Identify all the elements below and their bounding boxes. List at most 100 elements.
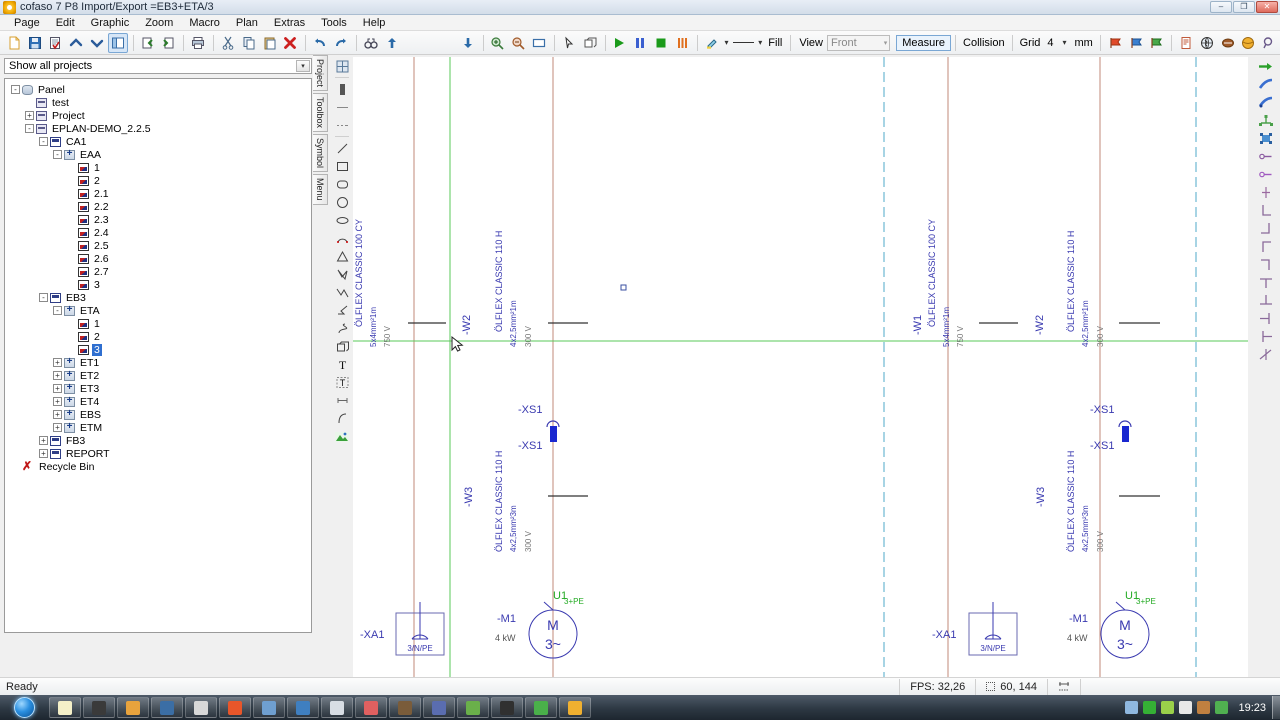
collapse-icon[interactable]: - xyxy=(53,150,62,159)
tee-up-tool[interactable] xyxy=(1255,291,1277,309)
show-desktop-button[interactable] xyxy=(1272,696,1280,719)
tree-item-1[interactable]: 1 xyxy=(11,317,311,330)
cut-button[interactable] xyxy=(218,33,238,53)
tree-item-et1[interactable]: + ET1 xyxy=(11,356,311,369)
collapse-icon[interactable]: - xyxy=(11,85,20,94)
menu-item-macro[interactable]: Macro xyxy=(181,17,228,29)
tree-item-2-7[interactable]: 2.7 xyxy=(11,265,311,278)
expand-icon[interactable]: + xyxy=(53,384,62,393)
tjoint-tool[interactable] xyxy=(1255,183,1277,201)
zoom-out-button[interactable] xyxy=(508,33,528,53)
taskbar-item-3[interactable] xyxy=(117,697,149,718)
fill-tool[interactable] xyxy=(333,80,351,98)
page-down-button[interactable] xyxy=(87,33,107,53)
tree-item-recycle-bin[interactable]: ✗ Recycle Bin xyxy=(11,460,311,473)
tray-update-icon[interactable] xyxy=(1215,701,1229,714)
tree-item-2-5[interactable]: 2.5 xyxy=(11,239,311,252)
search-button[interactable] xyxy=(1259,33,1279,53)
find-button[interactable] xyxy=(361,33,381,53)
ellipse-tool[interactable] xyxy=(333,211,351,229)
tree-item-2-6[interactable]: 2.6 xyxy=(11,252,311,265)
tree-item-eb3[interactable]: - EB3 xyxy=(11,291,311,304)
line-tool[interactable] xyxy=(333,139,351,157)
menu-item-plan[interactable]: Plan xyxy=(228,17,266,29)
roundrect-tool[interactable] xyxy=(333,175,351,193)
taskbar-item-12[interactable] xyxy=(423,697,455,718)
select-tool-button[interactable] xyxy=(559,33,579,53)
redo-button[interactable] xyxy=(331,33,351,53)
menu-item-tools[interactable]: Tools xyxy=(313,17,355,29)
expand-icon[interactable]: + xyxy=(25,111,34,120)
arc-tool[interactable] xyxy=(333,229,351,247)
paint-dropdown-arrow[interactable]: ▾ xyxy=(725,38,729,47)
tray-network-icon[interactable] xyxy=(1125,701,1139,714)
new-document-button[interactable] xyxy=(4,33,24,53)
chevron-down-icon[interactable]: ▾ xyxy=(296,60,310,72)
rect-tool[interactable] xyxy=(333,157,351,175)
collapse-icon[interactable]: - xyxy=(39,137,48,146)
tree-item-et2[interactable]: + ET2 xyxy=(11,369,311,382)
tree-item-etm[interactable]: + ETM xyxy=(11,421,311,434)
expand-icon[interactable]: + xyxy=(53,371,62,380)
collapse-icon[interactable]: - xyxy=(53,306,62,315)
sidebar-tab-menu[interactable]: Menu xyxy=(313,174,328,205)
tray-monitor-icon[interactable] xyxy=(1143,701,1157,714)
tree-item-ca1[interactable]: - CA1 xyxy=(11,135,311,148)
corner-br-tool[interactable] xyxy=(1255,219,1277,237)
zoom-in-button[interactable] xyxy=(488,33,508,53)
tee-down-tool[interactable] xyxy=(1255,273,1277,291)
tree-item-eaa[interactable]: - EAA xyxy=(11,148,311,161)
cube-tool[interactable] xyxy=(333,337,351,355)
corner-tr-tool[interactable] xyxy=(1255,255,1277,273)
terminal-tool[interactable] xyxy=(1255,147,1277,165)
tree-item-et4[interactable]: + ET4 xyxy=(11,395,311,408)
cross-tool[interactable] xyxy=(1255,345,1277,363)
expand-icon[interactable]: + xyxy=(53,358,62,367)
view-select[interactable]: Front ▾ xyxy=(827,34,891,51)
render-button[interactable] xyxy=(672,33,692,53)
upload-button[interactable] xyxy=(382,33,402,53)
page-up-button[interactable] xyxy=(66,33,86,53)
bend-tool[interactable] xyxy=(333,301,351,319)
grid-dropdown-arrow[interactable]: ▾ xyxy=(1063,38,1067,47)
taskbar-item-16[interactable] xyxy=(559,697,591,718)
menu-item-extras[interactable]: Extras xyxy=(266,17,313,29)
spline-tool[interactable] xyxy=(333,319,351,337)
menu-item-graphic[interactable]: Graphic xyxy=(83,17,138,29)
tree-item-3[interactable]: 3 xyxy=(11,278,311,291)
maximize-button[interactable]: ❐ xyxy=(1233,1,1255,13)
paste-button[interactable] xyxy=(260,33,280,53)
polygon-tool[interactable] xyxy=(333,265,351,283)
schematic-canvas[interactable]: ÖLFLEX CLASSIC 100 CY 5x4mm²1m 750 V -W2… xyxy=(353,57,1248,677)
taskbar-item-9[interactable] xyxy=(321,697,353,718)
tee-left-tool[interactable] xyxy=(1255,309,1277,327)
sidebar-tab-toolbox[interactable]: Toolbox xyxy=(313,93,328,133)
minimize-button[interactable]: – xyxy=(1210,1,1232,13)
tree-item-3[interactable]: 3 xyxy=(11,343,311,356)
tree-item-project[interactable]: + Project xyxy=(11,109,311,122)
expand-icon[interactable]: + xyxy=(53,410,62,419)
start-button[interactable] xyxy=(0,695,48,720)
taskbar-clock[interactable]: 19:23 xyxy=(1232,702,1272,714)
tree-item-2-4[interactable]: 2.4 xyxy=(11,226,311,239)
stop-button[interactable] xyxy=(651,33,671,53)
expand-icon[interactable]: + xyxy=(39,436,48,445)
tree-item-2-1[interactable]: 2.1 xyxy=(11,187,311,200)
menu-item-help[interactable]: Help xyxy=(355,17,394,29)
tee-right-tool[interactable] xyxy=(1255,327,1277,345)
tray-folder-icon[interactable] xyxy=(1179,701,1193,714)
zoom-window-button[interactable] xyxy=(529,33,549,53)
project-tree[interactable]: - Panel test + Project - EPLAN-DEMO_2.2.5- CA1-… xyxy=(4,78,312,633)
paint-button[interactable] xyxy=(702,33,722,53)
delete-button[interactable] xyxy=(281,33,301,53)
circle-tool[interactable] xyxy=(333,193,351,211)
export-button[interactable] xyxy=(159,33,179,53)
tree-item-2-2[interactable]: 2.2 xyxy=(11,200,311,213)
tree-item-test[interactable]: test xyxy=(11,96,311,109)
play-button[interactable] xyxy=(610,33,630,53)
taskbar-item-8[interactable] xyxy=(287,697,319,718)
tree-item-ebs[interactable]: + EBS xyxy=(11,408,311,421)
grid-tool[interactable] xyxy=(333,57,351,75)
ball-button[interactable] xyxy=(1218,33,1238,53)
undo-button[interactable] xyxy=(310,33,330,53)
